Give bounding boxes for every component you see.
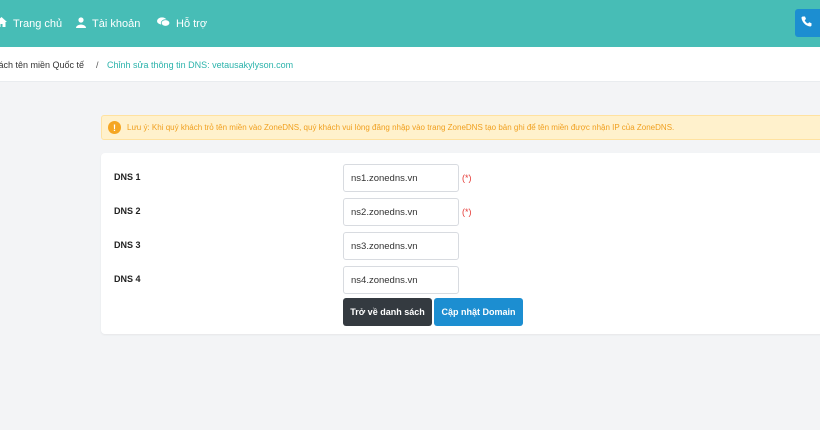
nav-support-label: Hỗ trợ — [176, 17, 208, 30]
dns3-label: DNS 3 — [114, 240, 141, 250]
dns3-input[interactable] — [343, 232, 459, 260]
dns4-input[interactable] — [343, 266, 459, 294]
update-domain-button[interactable]: Cập nhật Domain — [434, 298, 523, 326]
dns1-required-mark: (*) — [462, 173, 472, 183]
dns2-input[interactable] — [343, 198, 459, 226]
nav-home-label: Trang chủ — [13, 17, 63, 30]
nav-account[interactable]: Tài khoản — [76, 0, 140, 47]
home-icon — [0, 17, 7, 30]
dns2-label: DNS 2 — [114, 206, 141, 216]
breadcrumb: sách tên miền Quốc tế / Chỉnh sửa thông … — [0, 47, 820, 82]
warning-alert: ! Lưu ý: Khi quý khách trỏ tên miền vào … — [101, 115, 820, 140]
alert-text: Lưu ý: Khi quý khách trỏ tên miền vào Zo… — [127, 123, 675, 132]
breadcrumb-domain-list[interactable]: sách tên miền Quốc tế — [0, 47, 84, 82]
phone-button[interactable] — [795, 9, 820, 37]
dns1-label: DNS 1 — [114, 172, 141, 182]
dns4-label: DNS 4 — [114, 274, 141, 284]
info-icon: ! — [108, 121, 121, 134]
top-navbar: Trang chủ Tài khoản Hỗ trợ — [0, 0, 820, 47]
breadcrumb-current: Chỉnh sửa thông tin DNS: vetausakylyson.… — [107, 59, 294, 70]
chat-icon — [157, 17, 171, 30]
user-icon — [76, 16, 86, 31]
phone-icon — [801, 16, 812, 30]
back-to-list-button[interactable]: Trở về danh sách — [343, 298, 432, 326]
dns2-required-mark: (*) — [462, 207, 472, 217]
breadcrumb-separator: / — [96, 59, 99, 70]
nav-home[interactable]: Trang chủ — [0, 0, 62, 47]
dns1-input[interactable] — [343, 164, 459, 192]
nav-support[interactable]: Hỗ trợ — [157, 0, 207, 47]
nav-account-label: Tài khoản — [92, 17, 141, 30]
